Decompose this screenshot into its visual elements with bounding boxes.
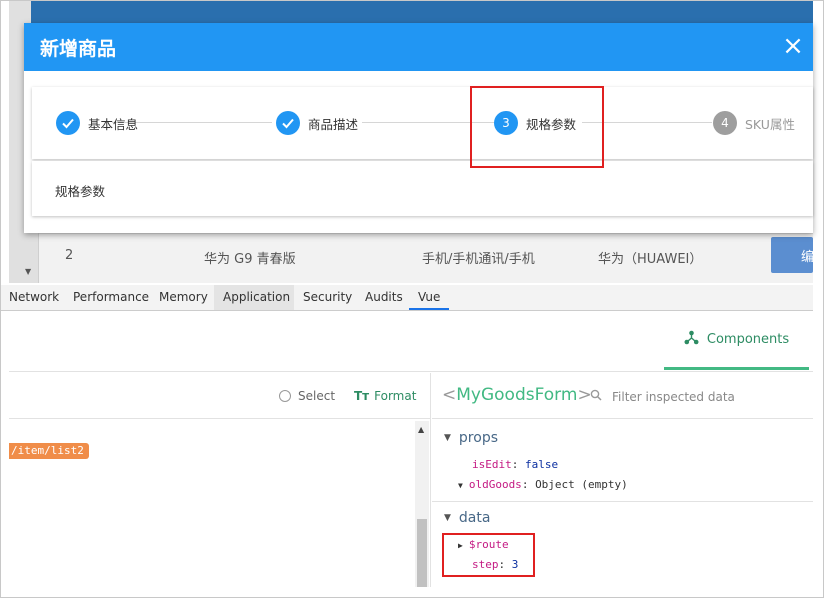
app-top-bar — [31, 1, 813, 25]
step-number: 3 — [494, 111, 518, 135]
route-badge: /item/list2 — [9, 443, 89, 459]
caret-down-icon: ▼ — [444, 433, 451, 443]
close-icon[interactable]: × — [779, 32, 807, 60]
devtools-tabbar: Network Performance Memory Application S… — [1, 285, 813, 311]
tab-network[interactable]: Network — [9, 290, 59, 304]
content-text: 规格参数 — [55, 184, 106, 199]
data-step: step: 3 — [472, 558, 519, 571]
filter-input[interactable]: Filter inspected data — [590, 389, 735, 404]
row-name: 华为 G9 青春版 — [204, 252, 296, 267]
row-index: 2 — [65, 248, 74, 263]
table-row: 2 华为 G9 青春版 手机/手机通讯/手机 华为（HUAWEI） — [39, 233, 813, 283]
screenshot-frame: ▼ 2 华为 G9 青春版 手机/手机通讯/手机 华为（HUAWEI） 编 新增… — [0, 0, 824, 598]
tab-security[interactable]: Security — [303, 290, 352, 304]
format-icon: Tт — [354, 389, 370, 403]
row-brand: 华为（HUAWEI） — [598, 252, 703, 267]
step-label: SKU属性 — [745, 116, 795, 132]
data-section-header[interactable]: ▼ data — [444, 510, 490, 526]
dialog-header: 新增商品 × — [24, 23, 813, 71]
scroll-down-icon[interactable]: ▼ — [25, 267, 31, 276]
step-number: 4 — [713, 111, 737, 135]
scroll-up-icon[interactable]: ▲ — [418, 425, 424, 434]
caret-right-icon: ▶ — [458, 541, 463, 550]
crosshair-icon — [279, 390, 291, 402]
inspector-pane: <MyGoodsForm> Filter inspected data ▼ pr… — [432, 373, 813, 587]
components-label: Components — [706, 332, 790, 347]
inspector-toolbar: <MyGoodsForm> Filter inspected data — [432, 373, 813, 419]
step-content: 规格参数 — [32, 161, 813, 216]
prop-is-edit: isEdit: false — [472, 458, 559, 471]
tree-toolbar: Select Tт Format — [9, 373, 431, 419]
props-section-header[interactable]: ▼ props — [444, 430, 498, 446]
step-connector — [362, 122, 512, 123]
tab-application[interactable]: Application — [214, 285, 294, 310]
stepper: 基本信息 商品描述 3 规格参数 4 SKU属性 — [32, 87, 813, 159]
data-route[interactable]: ▶ $route — [458, 538, 509, 551]
scrollbar-thumb[interactable] — [417, 519, 427, 587]
edit-button[interactable]: 编 — [771, 237, 813, 273]
row-category: 手机/手机通讯/手机 — [422, 252, 535, 267]
select-button[interactable]: Select — [279, 389, 335, 403]
step-label: 规格参数 — [526, 116, 577, 132]
component-name: <MyGoodsForm> — [442, 385, 592, 405]
tab-audits[interactable]: Audits — [365, 290, 403, 304]
add-goods-dialog: 新增商品 × 基本信息 商品描述 3 规格参数 4 SKU属性 规格参数 — [24, 23, 813, 233]
format-button[interactable]: Tт Format — [354, 389, 416, 403]
step-connector — [582, 122, 712, 123]
search-icon — [590, 389, 602, 404]
step-basic-info[interactable]: 基本信息 — [56, 111, 138, 135]
caret-down-icon: ▼ — [444, 513, 451, 523]
components-tab[interactable]: Components — [664, 312, 809, 370]
step-spec-params[interactable]: 3 规格参数 — [494, 111, 576, 135]
tree-scrollbar[interactable]: ▲ — [415, 421, 429, 587]
component-tree-pane: Select Tт Format /item/list2 ▲ — [9, 373, 431, 587]
section-divider — [432, 501, 813, 502]
step-sku[interactable]: 4 SKU属性 — [713, 111, 795, 135]
check-icon — [56, 111, 80, 135]
check-icon — [276, 111, 300, 135]
step-label: 基本信息 — [88, 116, 139, 132]
step-description[interactable]: 商品描述 — [276, 111, 358, 135]
vue-devtools-header: Components — [9, 312, 813, 372]
tab-performance[interactable]: Performance — [73, 290, 149, 304]
caret-down-icon: ▼ — [458, 481, 463, 490]
prop-old-goods[interactable]: ▼ oldGoods: Object (empty) — [458, 478, 628, 491]
step-label: 商品描述 — [308, 116, 359, 132]
tab-memory[interactable]: Memory — [159, 290, 208, 304]
components-icon — [684, 330, 699, 349]
tab-vue[interactable]: Vue — [409, 285, 449, 310]
dialog-title: 新增商品 — [40, 37, 117, 60]
